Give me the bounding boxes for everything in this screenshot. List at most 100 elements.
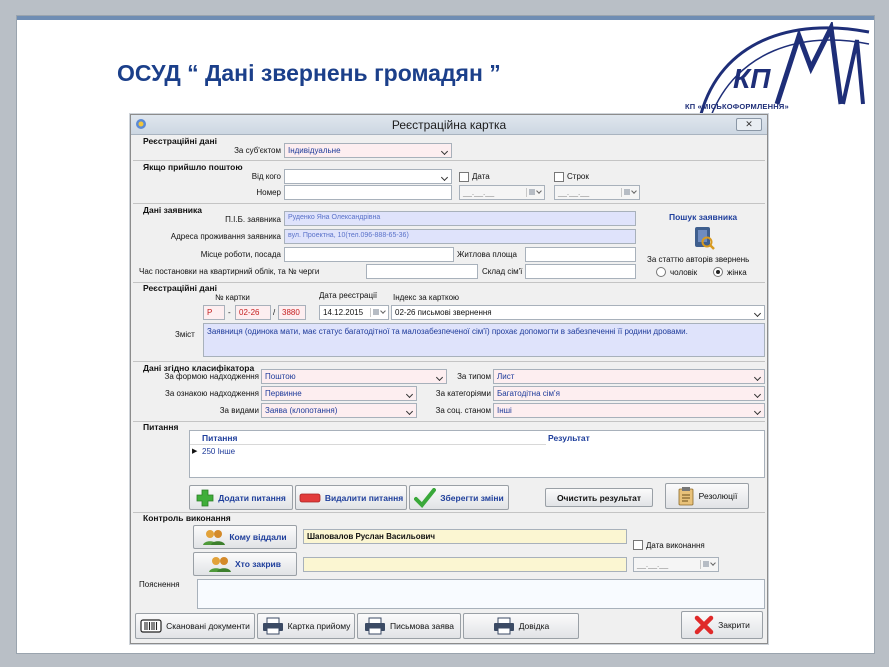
divider <box>133 282 765 283</box>
notes-textarea[interactable] <box>197 579 765 609</box>
people-icon <box>208 557 231 572</box>
delete-question-button[interactable]: Видалити питання <box>295 485 407 510</box>
subject-select[interactable]: Індивідуальне <box>284 143 452 158</box>
notes-label: Пояснення <box>139 580 180 589</box>
address-label: Адреса проживання заявника <box>170 232 281 241</box>
table-row[interactable]: ▶ 250 Інше <box>190 447 764 459</box>
calendar-icon <box>621 188 637 197</box>
content-label: Зміст <box>175 330 195 339</box>
type-select[interactable]: Лист <box>493 369 765 384</box>
logo-caption: КП «МІСЬКОФОРМЛЕННЯ» <box>685 102 789 111</box>
divider <box>133 421 765 422</box>
search-applicant-link[interactable]: Пошук заявника <box>669 212 737 222</box>
registration-date-value: 14.12.2015 <box>323 308 364 317</box>
clipboard-icon <box>678 487 694 506</box>
subject-label: За суб'єктом <box>234 146 281 155</box>
sign-label: За ознакою надходження <box>164 389 259 398</box>
card-number-label: № картки <box>215 293 250 302</box>
resolutions-button[interactable]: Резолюції <box>665 483 749 509</box>
closed-by-input[interactable] <box>303 557 627 572</box>
written-application-button[interactable]: Письмова заява <box>357 613 461 639</box>
form-select[interactable]: Поштою <box>261 369 447 384</box>
term-date-picker[interactable]: __.__.__ <box>554 185 640 200</box>
section-card: Реєстраційні дані <box>143 283 217 293</box>
living-area-input[interactable] <box>525 247 636 262</box>
header-divider <box>190 444 546 445</box>
registration-date-picker[interactable]: 14.12.2015 <box>319 305 389 320</box>
save-changes-label: Зберегти зміни <box>440 492 504 503</box>
term-date-value: __.__.__ <box>558 188 590 197</box>
written-application-label: Письмова заява <box>390 621 454 631</box>
gender-male-radio[interactable] <box>656 267 666 277</box>
type-label: За типом <box>457 372 491 381</box>
index-select[interactable]: 02-26 письмові звернення <box>391 305 765 320</box>
card-number-input[interactable]: 3880 <box>278 305 306 320</box>
reference-button[interactable]: Довідка <box>463 613 579 639</box>
gender-label: За статтю авторів звернень <box>647 255 750 264</box>
queue-input[interactable] <box>366 264 478 279</box>
close-button[interactable]: Закрити <box>681 611 763 639</box>
barcode-icon <box>140 619 162 633</box>
save-changes-button[interactable]: Зберегти зміни <box>409 485 509 510</box>
closed-by-label: Хто закрив <box>234 559 281 569</box>
clear-result-button[interactable]: Очистить результат <box>545 488 653 507</box>
reference-label: Довідка <box>518 621 550 631</box>
questions-table[interactable]: Питання Результат ▶ 250 Інше <box>189 430 765 478</box>
term-label: Строк <box>567 172 589 181</box>
divider <box>133 203 765 204</box>
exec-date-checkbox[interactable] <box>633 540 643 550</box>
number-label: Номер <box>256 188 281 197</box>
exec-date-picker[interactable]: __.__.__ <box>633 557 719 572</box>
card-index-input[interactable]: 02-26 <box>235 305 271 320</box>
assigned-to-input[interactable]: Шаповалов Руслан Васильович <box>303 529 627 544</box>
kind-label: За видами <box>219 406 259 415</box>
sign-select[interactable]: Первинне <box>261 386 417 401</box>
card-dash: - <box>228 308 231 317</box>
section-applicant: Дані заявника <box>143 205 203 215</box>
question-cell: 250 Інше <box>202 447 236 456</box>
mail-date-picker[interactable]: __.__.__ <box>459 185 545 200</box>
minus-icon <box>299 493 321 502</box>
col-question-header: Питання <box>202 433 238 443</box>
section-mail: Якщо прийшло поштою <box>143 162 243 172</box>
assigned-to-label: Кому віддали <box>229 532 287 542</box>
address-input[interactable]: вул. Проектна, 10(тел.096-888-65-36) <box>284 229 636 244</box>
window-close-button[interactable]: ✕ <box>736 118 762 131</box>
kind-select[interactable]: Заява (клопотання) <box>261 403 417 418</box>
section-registration: Реєстраційні дані <box>143 136 217 146</box>
assigned-to-button[interactable]: Кому віддали <box>193 525 297 549</box>
gender-male-label: чоловік <box>670 268 698 277</box>
checkmark-icon <box>414 487 437 508</box>
date-checkbox[interactable] <box>459 172 469 182</box>
family-label: Склад сім'ї <box>482 267 523 276</box>
calendar-icon <box>526 188 542 197</box>
logo-mark: КП <box>733 63 771 94</box>
section-questions: Питання <box>143 422 179 432</box>
scanned-documents-button[interactable]: Скановані документи <box>135 613 255 639</box>
from-select[interactable] <box>284 169 452 184</box>
content-textarea[interactable]: Заявниця (одинока мати, має статус багат… <box>203 323 765 357</box>
scanned-documents-label: Скановані документи <box>166 621 250 631</box>
close-x-icon <box>694 615 714 635</box>
card-prefix-input[interactable]: Р <box>203 305 225 320</box>
row-pointer-icon: ▶ <box>192 448 198 455</box>
card-slash: / <box>273 308 276 317</box>
reception-card-button[interactable]: Картка прийому <box>257 613 355 639</box>
delete-question-label: Видалити питання <box>324 492 404 503</box>
term-checkbox[interactable] <box>554 172 564 182</box>
form-label: За формою надходження <box>164 372 259 381</box>
resolutions-label: Резолюції <box>698 491 738 501</box>
queue-label: Час постановки на квартирний облік, та №… <box>139 267 320 276</box>
reception-card-label: Картка прийому <box>287 621 351 631</box>
add-question-button[interactable]: Додати питання <box>189 485 293 510</box>
category-select[interactable]: Багатодітна сім'я <box>493 386 765 401</box>
search-book-icon[interactable] <box>693 225 715 251</box>
gender-female-radio[interactable] <box>713 267 723 277</box>
closed-by-button[interactable]: Хто закрив <box>193 552 297 576</box>
social-select[interactable]: Інші <box>493 403 765 418</box>
family-input[interactable] <box>525 264 636 279</box>
number-input[interactable] <box>284 185 452 200</box>
work-input[interactable] <box>284 247 454 262</box>
people-icon <box>203 530 226 545</box>
applicant-name-input[interactable]: Руденко Яна Олександрівна <box>284 211 636 226</box>
